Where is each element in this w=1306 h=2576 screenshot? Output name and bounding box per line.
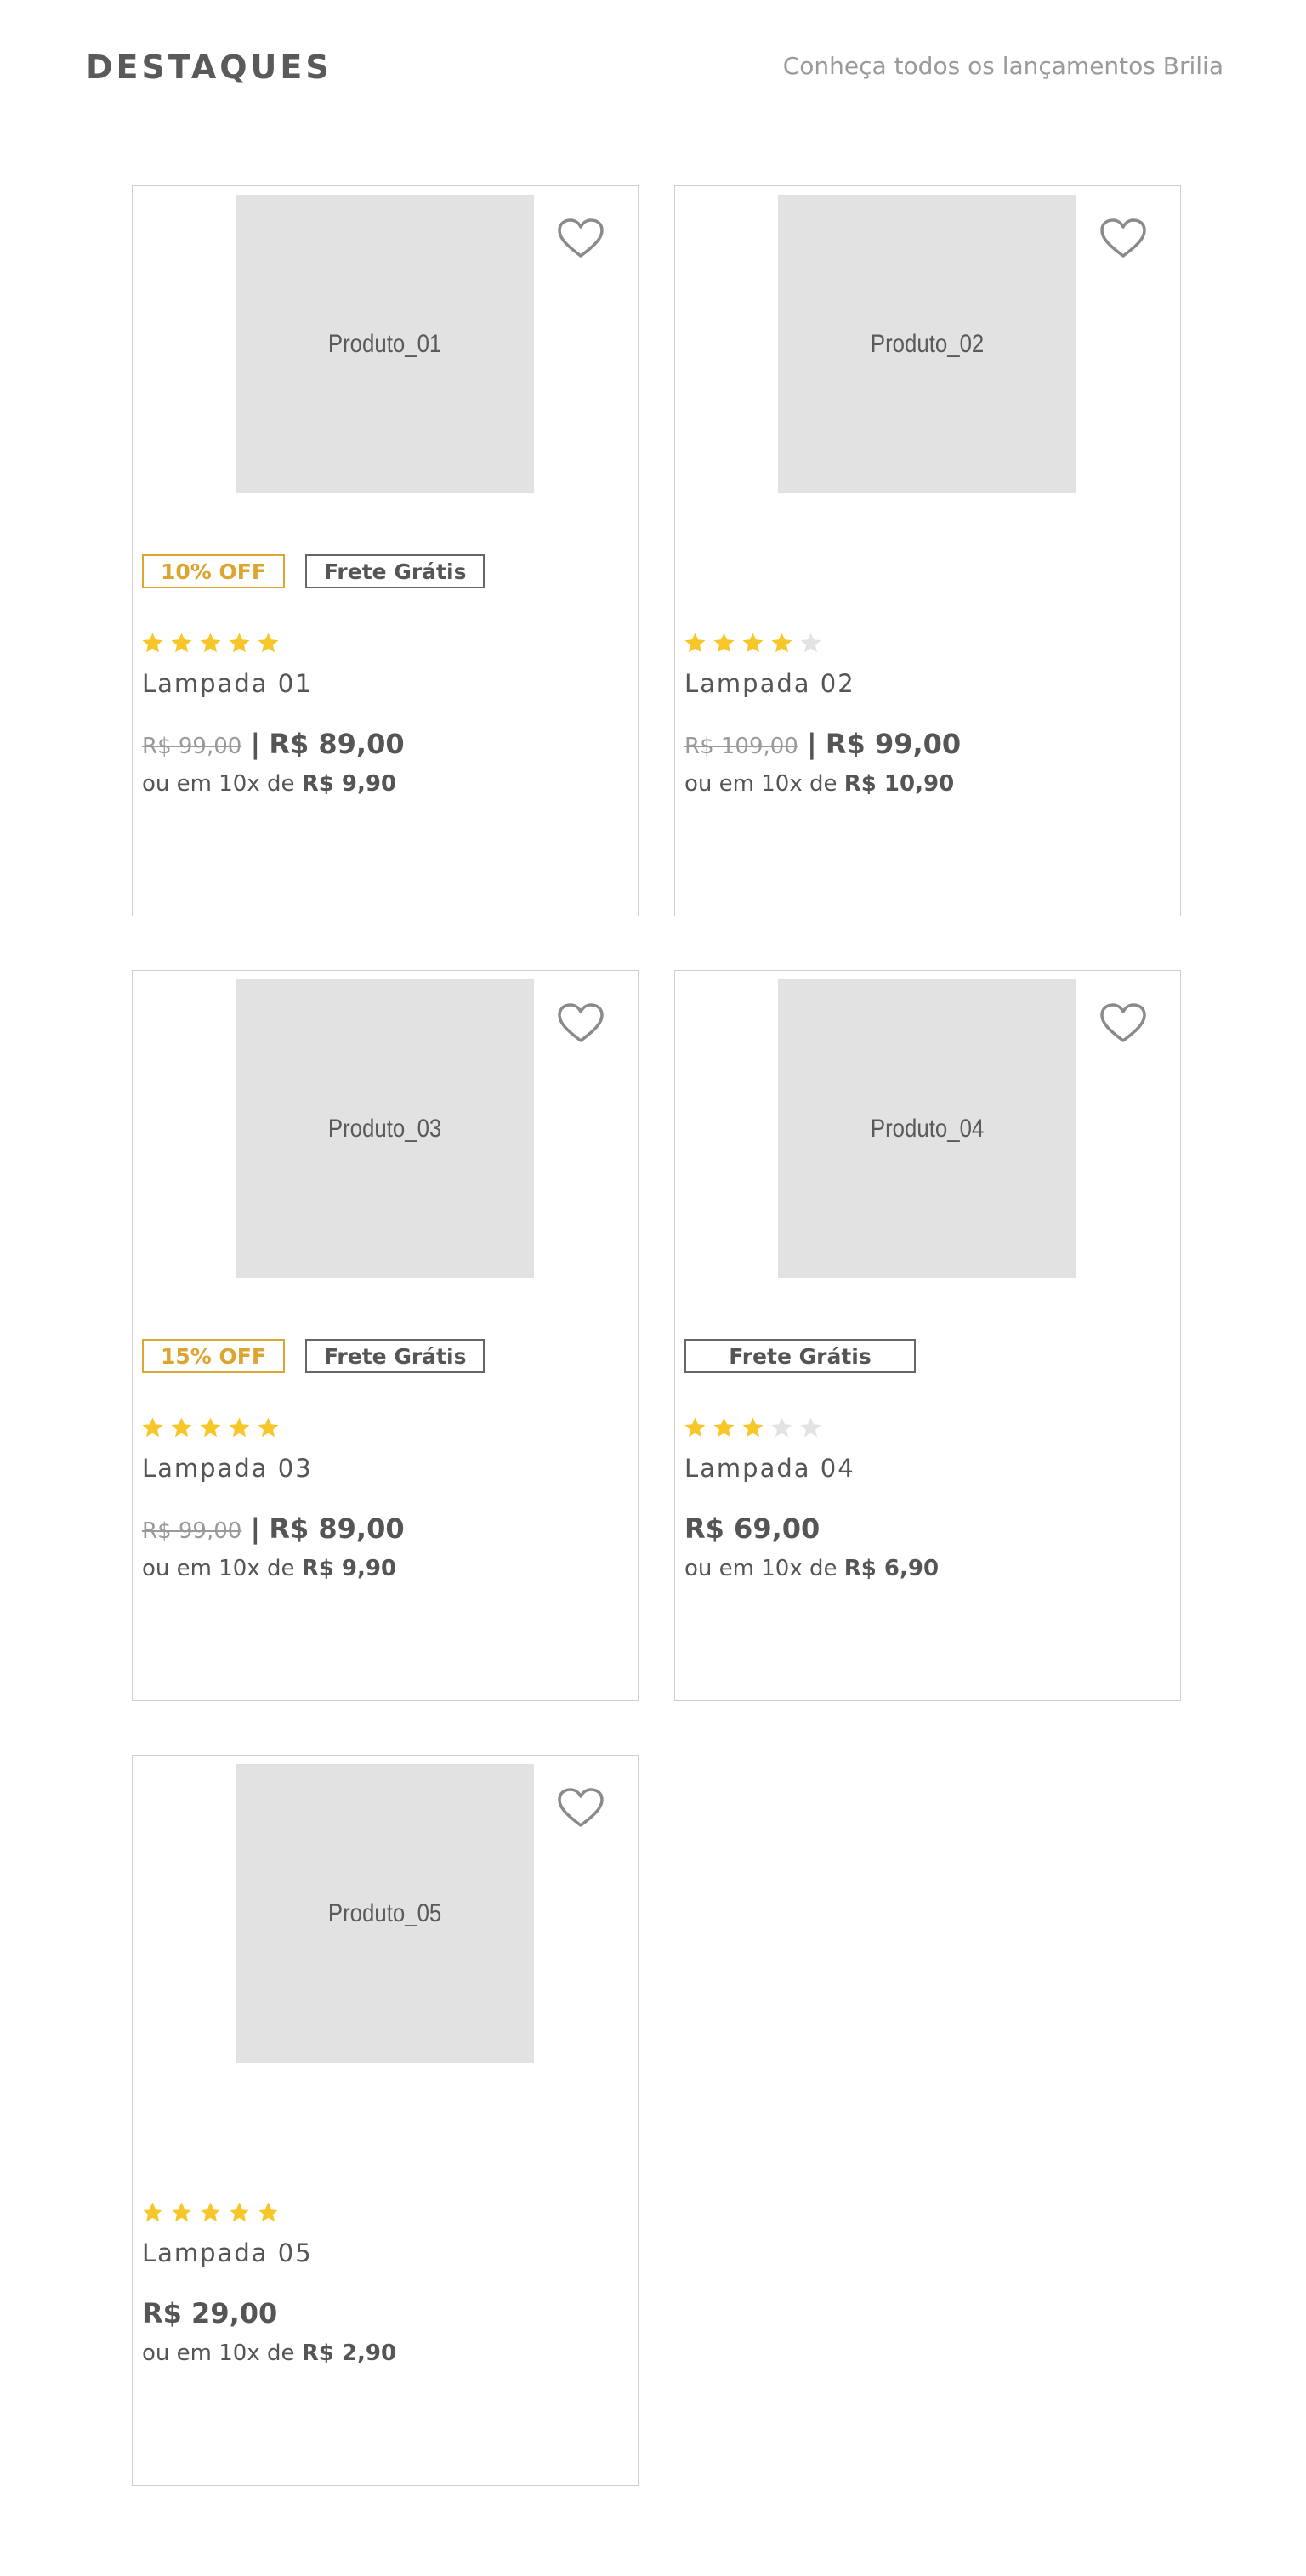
product-card[interactable]: Produto_04 Frete Grátis Lampada 04 R$ 69… bbox=[674, 970, 1181, 1701]
rating-stars bbox=[684, 1416, 822, 1439]
product-image-label: Produto_02 bbox=[870, 329, 985, 358]
product-image[interactable]: Produto_03 bbox=[236, 979, 534, 1278]
star-filled-icon bbox=[171, 1417, 192, 1438]
product-image-label: Produto_03 bbox=[327, 1114, 442, 1143]
star-filled-icon bbox=[229, 1417, 250, 1438]
star-filled-icon bbox=[713, 633, 735, 653]
current-price: R$ 89,00 bbox=[269, 728, 405, 760]
current-price: R$ 89,00 bbox=[269, 1512, 405, 1545]
product-name[interactable]: Lampada 03 bbox=[142, 1454, 313, 1483]
discount-badge: 10% OFF bbox=[142, 554, 285, 588]
installment-value: R$ 9,90 bbox=[301, 771, 397, 797]
price-separator: | bbox=[250, 728, 261, 760]
price-separator: | bbox=[807, 728, 817, 760]
discount-badge: 15% OFF bbox=[142, 1339, 285, 1373]
price-line: R$ 99,00 | R$ 89,00 bbox=[142, 1512, 405, 1545]
installment-text: ou em 10x de bbox=[142, 1556, 295, 1581]
star-filled-icon bbox=[171, 633, 192, 653]
installment-text: ou em 10x de bbox=[142, 2341, 295, 2366]
price-separator: | bbox=[250, 1512, 261, 1545]
star-filled-icon bbox=[200, 2202, 221, 2222]
star-filled-icon bbox=[229, 633, 250, 653]
star-filled-icon bbox=[684, 633, 706, 653]
old-price: R$ 99,00 bbox=[142, 734, 242, 759]
installment-value: R$ 10,90 bbox=[843, 771, 955, 797]
star-empty-icon bbox=[800, 633, 821, 653]
heart-outline-icon[interactable] bbox=[558, 1003, 604, 1044]
installment-value: R$ 9,90 bbox=[301, 1556, 397, 1581]
installment-text: ou em 10x de bbox=[142, 771, 295, 797]
star-filled-icon bbox=[258, 1417, 279, 1438]
product-image-label: Produto_01 bbox=[327, 329, 442, 358]
installment-value: R$ 2,90 bbox=[301, 2341, 397, 2366]
star-filled-icon bbox=[771, 633, 792, 653]
rating-stars bbox=[141, 2201, 280, 2224]
star-filled-icon bbox=[142, 1417, 163, 1438]
price-line: R$ 29,00 bbox=[142, 2297, 277, 2329]
product-card[interactable]: Produto_05 Lampada 05 R$ 29,00 ou em 10x… bbox=[132, 1755, 639, 2486]
current-price: R$ 69,00 bbox=[684, 1512, 821, 1545]
installment-text: ou em 10x de bbox=[684, 1556, 838, 1581]
product-image[interactable]: Produto_05 bbox=[236, 1764, 534, 2063]
heart-outline-icon[interactable] bbox=[1100, 1003, 1146, 1044]
product-name[interactable]: Lampada 05 bbox=[142, 2238, 313, 2267]
star-filled-icon bbox=[742, 633, 764, 653]
star-filled-icon bbox=[258, 633, 279, 653]
badges: 10% OFF Frete Grátis bbox=[142, 554, 485, 588]
product-card[interactable]: Produto_02 Lampada 02 R$ 109,00 | R$ 99,… bbox=[674, 185, 1181, 916]
product-image[interactable]: Produto_02 bbox=[778, 195, 1076, 493]
heart-outline-icon[interactable] bbox=[558, 1788, 604, 1829]
installment-value: R$ 6,90 bbox=[843, 1556, 940, 1581]
installment-text: ou em 10x de bbox=[684, 771, 838, 797]
product-image[interactable]: Produto_01 bbox=[236, 195, 534, 493]
product-card[interactable]: Produto_01 10% OFF Frete Grátis Lampada … bbox=[132, 185, 639, 916]
star-filled-icon bbox=[200, 1417, 221, 1438]
star-filled-icon bbox=[229, 2202, 250, 2222]
star-empty-icon bbox=[800, 1417, 821, 1438]
page-title: DESTAQUES bbox=[86, 48, 332, 86]
rating-stars bbox=[684, 632, 822, 655]
star-filled-icon bbox=[171, 2202, 192, 2222]
free-shipping-badge: Frete Grátis bbox=[304, 1339, 485, 1373]
old-price: R$ 99,00 bbox=[142, 1518, 242, 1544]
star-filled-icon bbox=[142, 633, 163, 653]
star-filled-icon bbox=[684, 1417, 706, 1438]
product-card[interactable]: Produto_03 15% OFF Frete Grátis Lampada … bbox=[132, 970, 639, 1701]
price-line: R$ 69,00 bbox=[684, 1512, 820, 1545]
installment-info: ou em 10x de R$ 9,90 bbox=[142, 1556, 396, 1581]
star-filled-icon bbox=[142, 2202, 163, 2222]
product-image-label: Produto_05 bbox=[327, 1898, 442, 1927]
badges: 15% OFF Frete Grátis bbox=[142, 1339, 485, 1373]
price-line: R$ 109,00 | R$ 99,00 bbox=[684, 728, 961, 760]
current-price: R$ 99,00 bbox=[825, 728, 962, 760]
free-shipping-badge: Frete Grátis bbox=[304, 554, 485, 588]
heart-outline-icon[interactable] bbox=[1100, 218, 1146, 259]
badges: Frete Grátis bbox=[684, 1339, 916, 1373]
page-subtitle[interactable]: Conheça todos os lançamentos Brilia bbox=[783, 54, 1224, 78]
current-price: R$ 29,00 bbox=[142, 2297, 278, 2329]
price-line: R$ 99,00 | R$ 89,00 bbox=[142, 728, 405, 760]
product-name[interactable]: Lampada 02 bbox=[684, 669, 855, 698]
installment-info: ou em 10x de R$ 2,90 bbox=[142, 2341, 396, 2366]
rating-stars bbox=[141, 1416, 280, 1439]
free-shipping-badge: Frete Grátis bbox=[684, 1339, 916, 1373]
star-filled-icon bbox=[742, 1417, 764, 1438]
product-name[interactable]: Lampada 01 bbox=[142, 669, 313, 698]
old-price: R$ 109,00 bbox=[684, 734, 798, 759]
star-filled-icon bbox=[200, 633, 221, 653]
product-image-label: Produto_04 bbox=[870, 1114, 985, 1143]
installment-info: ou em 10x de R$ 6,90 bbox=[684, 1556, 939, 1581]
rating-stars bbox=[141, 632, 280, 655]
installment-info: ou em 10x de R$ 9,90 bbox=[142, 771, 396, 797]
star-filled-icon bbox=[713, 1417, 735, 1438]
installment-info: ou em 10x de R$ 10,90 bbox=[684, 771, 954, 797]
star-empty-icon bbox=[771, 1417, 792, 1438]
heart-outline-icon[interactable] bbox=[558, 218, 604, 259]
star-filled-icon bbox=[258, 2202, 279, 2222]
product-image[interactable]: Produto_04 bbox=[778, 979, 1076, 1278]
product-name[interactable]: Lampada 04 bbox=[684, 1454, 855, 1483]
